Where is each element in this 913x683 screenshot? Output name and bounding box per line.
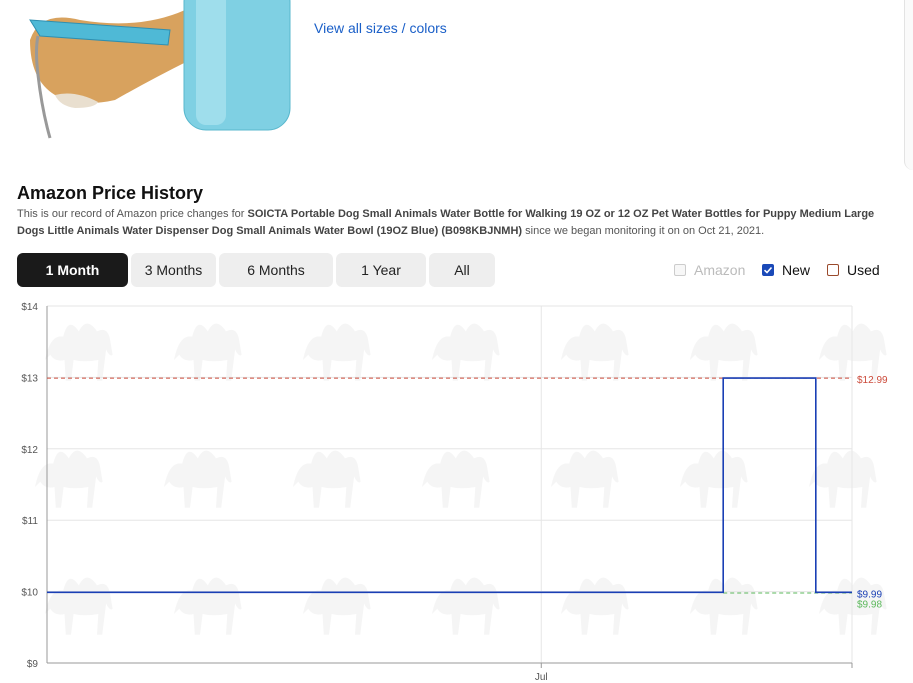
camel-watermark-icon: [809, 450, 877, 508]
y-tick-label: $9: [27, 659, 39, 670]
camel-watermark-icon: [45, 577, 113, 635]
section-title: Amazon Price History: [17, 183, 204, 203]
y-tick-label: $14: [21, 302, 38, 313]
y-tick-label: $12: [21, 445, 38, 456]
camel-watermark-icon: [432, 323, 500, 381]
camel-watermark-icon: [422, 450, 490, 508]
high-price-label: $12.99: [857, 375, 888, 386]
x-tick-label: Jul: [535, 672, 548, 683]
camel-watermark-icon: [690, 323, 758, 381]
amazon-toggle[interactable]: Amazon: [674, 262, 745, 278]
tab-6-months[interactable]: 6 Months: [219, 253, 333, 287]
y-axis: $14 $13 $12 $11 $10 $9: [21, 302, 48, 670]
tab-1-year[interactable]: 1 Year: [336, 253, 426, 287]
new-toggle-label: New: [782, 262, 811, 278]
description-suffix: since we began monitoring it on on Oct 2…: [522, 225, 765, 237]
camel-watermark-icon: [432, 577, 500, 635]
used-checkbox-icon: [827, 264, 839, 276]
new-checkbox-checked-icon: [762, 264, 774, 276]
camel-watermark-icon: [561, 577, 629, 635]
tab-3-months[interactable]: 3 Months: [131, 253, 216, 287]
amazon-checkbox-icon: [674, 264, 686, 276]
tab-all[interactable]: All: [429, 253, 495, 287]
camel-watermark-icon: [174, 577, 242, 635]
camel-watermark-icon: [551, 450, 619, 508]
price-history-description: This is our record of Amazon price chang…: [17, 206, 897, 240]
camel-watermark-icon: [35, 450, 103, 508]
low-price-label: $9.98: [857, 599, 882, 610]
camel-watermark-icon: [45, 323, 113, 381]
camel-watermark-icon: [303, 323, 371, 381]
amazon-toggle-label: Amazon: [694, 262, 746, 278]
used-toggle[interactable]: Used: [827, 262, 880, 278]
y-tick-label: $13: [21, 373, 38, 384]
camel-watermark-icon: [293, 450, 361, 508]
y-tick-label: $10: [21, 588, 38, 599]
camel-watermark-icon: [561, 323, 629, 381]
y-tick-label: $11: [22, 516, 38, 527]
price-annotations: $12.99$9.99$9.98: [47, 375, 888, 610]
side-panel-edge: [904, 0, 913, 170]
range-tabs: 1 Month 3 Months 6 Months 1 Year All: [17, 253, 498, 287]
camel-watermark-icon: [174, 323, 242, 381]
x-axis: Jul: [47, 662, 853, 683]
camel-watermark-icon: [680, 450, 748, 508]
price-history-chart: $14 $13 $12 $11 $10 $9 Jul $12.99$9.99$9.98: [21, 302, 888, 683]
camel-watermark: [35, 323, 887, 635]
tab-1-month[interactable]: 1 Month: [17, 253, 128, 287]
new-toggle[interactable]: New: [762, 262, 810, 278]
product-image: [29, 0, 291, 139]
used-toggle-label: Used: [847, 262, 880, 278]
camel-watermark-icon: [164, 450, 232, 508]
camel-watermark-icon: [819, 323, 887, 381]
camel-watermark-icon: [303, 577, 371, 635]
view-all-sizes-link[interactable]: View all sizes / colors: [314, 20, 447, 36]
description-prefix: This is our record of Amazon price chang…: [17, 208, 248, 220]
